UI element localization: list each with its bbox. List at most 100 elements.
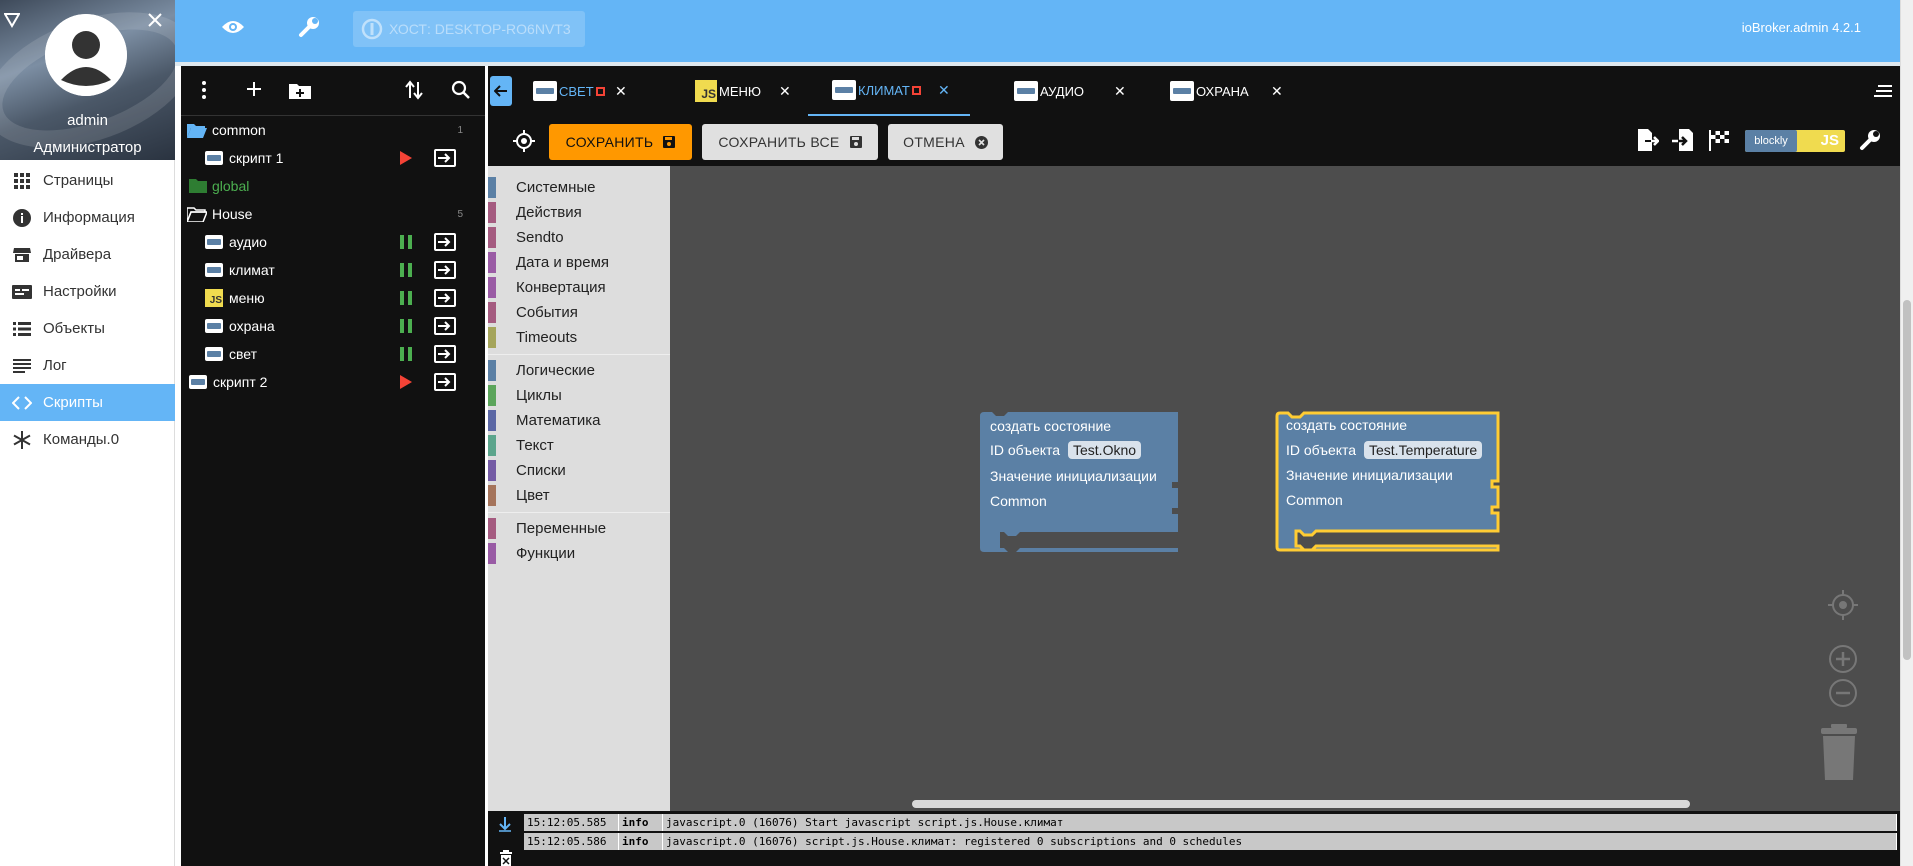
collapse-tree-button[interactable]: [490, 76, 512, 106]
tab-svet[interactable]: СВЕТ ✕: [533, 66, 633, 116]
create-state-block-selected[interactable]: создать состояние ID объекта Test.Temper…: [1275, 411, 1501, 552]
sort-icon[interactable]: [405, 80, 423, 100]
close-tab-icon[interactable]: ✕: [938, 82, 950, 99]
nav-item-objects[interactable]: Объекты: [0, 310, 175, 347]
nav-item-drivers[interactable]: Драйвера: [0, 236, 175, 273]
nav-label: Команды.0: [43, 431, 120, 448]
tab-audio[interactable]: АУДИО ✕: [1014, 66, 1126, 116]
close-tab-icon[interactable]: ✕: [1271, 83, 1283, 100]
toolbox-category[interactable]: Функции: [488, 541, 670, 566]
scrollbar-thumb[interactable]: [1903, 300, 1911, 660]
close-tab-icon[interactable]: ✕: [615, 83, 627, 100]
close-tab-icon[interactable]: ✕: [1114, 83, 1126, 100]
script-item[interactable]: аудио: [181, 228, 485, 256]
recenter-icon[interactable]: [1828, 590, 1858, 620]
cancel-button[interactable]: ОТМЕНА: [888, 124, 1003, 160]
toolbox-category[interactable]: Конвертация: [488, 275, 670, 300]
pause-icon[interactable]: [400, 347, 412, 361]
script-item[interactable]: климат: [181, 256, 485, 284]
close-tab-icon[interactable]: ✕: [779, 83, 791, 100]
add-script-icon[interactable]: [245, 80, 263, 98]
script-item[interactable]: свет: [181, 340, 485, 368]
zoom-out-icon[interactable]: [1828, 678, 1858, 708]
nav-item-pages[interactable]: Страницы: [0, 162, 175, 199]
avatar[interactable]: [45, 14, 127, 96]
toolbox-category[interactable]: Переменные: [488, 516, 670, 541]
editor-tabs: СВЕТ ✕ JS МЕНЮ ✕ КЛИМАТ ✕ АУДИО ✕ ОХРАНА…: [488, 66, 1900, 116]
pause-icon[interactable]: [400, 291, 412, 305]
export-icon[interactable]: [434, 261, 456, 279]
play-icon[interactable]: [400, 151, 412, 165]
add-folder-icon[interactable]: [289, 82, 311, 99]
user-name: admin: [67, 112, 108, 129]
script-item[interactable]: скрипт 2: [181, 368, 485, 396]
object-id-field[interactable]: Test.Temperature: [1364, 441, 1483, 459]
folder-global[interactable]: global: [181, 172, 485, 200]
export-icon[interactable]: [434, 345, 456, 363]
toolbox-category[interactable]: Логические: [488, 358, 670, 383]
nav-item-settings[interactable]: Настройки: [0, 273, 175, 310]
toolbox-category[interactable]: Sendto: [488, 225, 670, 250]
trash-icon[interactable]: [1817, 722, 1861, 782]
tab-okhrana[interactable]: ОХРАНА ✕: [1170, 66, 1290, 116]
toolbox-category[interactable]: Дата и время: [488, 250, 670, 275]
nav-item-log[interactable]: Лог: [0, 347, 175, 384]
play-icon[interactable]: [400, 375, 412, 389]
page-vertical-scrollbar[interactable]: [1900, 0, 1913, 866]
collapse-triangle-icon[interactable]: [4, 12, 20, 28]
eye-icon[interactable]: [221, 18, 245, 36]
wrench-icon[interactable]: [298, 16, 320, 38]
export-icon[interactable]: [434, 289, 456, 307]
toolbox-category[interactable]: Текст: [488, 433, 670, 458]
host-selector[interactable]: ХОСТ: DESKTOP-RO6NVT3: [353, 11, 585, 47]
nav-item-scripts[interactable]: Скрипты: [0, 384, 175, 421]
export-blocks-icon[interactable]: [1635, 128, 1659, 152]
toolbox-category[interactable]: События: [488, 300, 670, 325]
toolbox-category[interactable]: Действия: [488, 200, 670, 225]
object-id-field[interactable]: Test.Okno: [1068, 441, 1142, 459]
more-vertical-icon[interactable]: [201, 80, 207, 100]
tab-menu[interactable]: JS МЕНЮ ✕: [695, 66, 795, 116]
blockly-workspace[interactable]: создать состояние ID объекта Test.Okno З…: [670, 166, 1900, 811]
nav-item-info[interactable]: Информация: [0, 199, 175, 236]
block-init-label: Значение инициализации: [1286, 467, 1453, 483]
folder-house[interactable]: House 5: [181, 200, 485, 228]
search-icon[interactable]: [451, 80, 471, 100]
snowflake-icon: [11, 429, 33, 451]
pause-icon[interactable]: [400, 319, 412, 333]
zoom-in-icon[interactable]: [1828, 644, 1858, 674]
script-item[interactable]: JS меню: [181, 284, 485, 312]
tab-klimat[interactable]: КЛИМАТ ✕: [808, 66, 970, 116]
import-blocks-icon[interactable]: [1672, 128, 1696, 152]
locate-icon[interactable]: [513, 130, 535, 152]
create-state-block[interactable]: создать состояние ID объекта Test.Okno З…: [980, 412, 1180, 552]
scroll-down-icon[interactable]: [498, 816, 512, 832]
script-item[interactable]: скрипт 1: [181, 144, 485, 172]
menu-icon[interactable]: [1874, 85, 1892, 97]
export-icon[interactable]: [434, 149, 456, 167]
toolbox-category[interactable]: Цвет: [488, 483, 670, 508]
checkered-flag-icon[interactable]: [1708, 129, 1730, 151]
nav-label: Драйвера: [43, 246, 112, 263]
toolbox-category[interactable]: Системные: [488, 175, 670, 200]
folder-common[interactable]: common 1: [181, 116, 485, 144]
toolbox-category[interactable]: Циклы: [488, 383, 670, 408]
workspace-horizontal-scrollbar[interactable]: [912, 800, 1690, 808]
nav-item-commands[interactable]: Команды.0: [0, 421, 175, 458]
pause-icon[interactable]: [400, 235, 412, 249]
toolbox-category[interactable]: Математика: [488, 408, 670, 433]
export-icon[interactable]: [434, 233, 456, 251]
pause-icon[interactable]: [400, 263, 412, 277]
toolbox-category[interactable]: Списки: [488, 458, 670, 483]
script-item[interactable]: охрана: [181, 312, 485, 340]
export-icon[interactable]: [434, 317, 456, 335]
blockly-js-toggle[interactable]: blockly JS: [1745, 130, 1845, 152]
save-all-button[interactable]: СОХРАНИТЬ ВСЕ: [702, 124, 878, 160]
clear-log-icon[interactable]: [500, 850, 512, 866]
save-button[interactable]: СОХРАНИТЬ: [549, 124, 692, 160]
close-icon[interactable]: [147, 12, 163, 28]
wrench-settings-icon[interactable]: [1859, 129, 1881, 151]
export-icon[interactable]: [434, 373, 456, 391]
toolbox-category[interactable]: Timeouts: [488, 325, 670, 350]
save-icon: [663, 136, 676, 148]
